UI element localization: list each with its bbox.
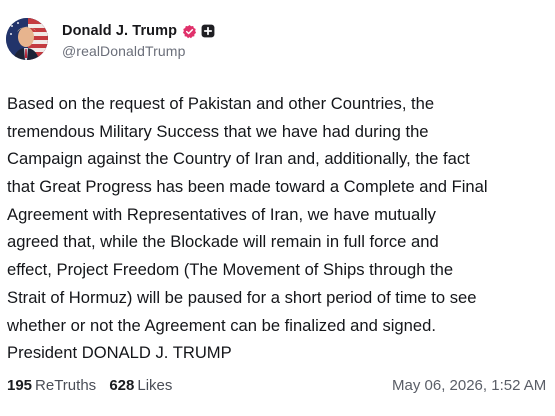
post-text-line: Strait of Hormuz) will be paused for a s… [7, 287, 477, 307]
truth-post: Donald J. Trump @realDonaldTrump Based o… [0, 0, 555, 416]
likes-label: Likes [137, 377, 173, 394]
retruths-count: 195 [7, 377, 33, 394]
post-text-line: Based on the request of Pakistan and oth… [7, 94, 435, 113]
post-text-line: that Great Progress has been made toward… [7, 177, 488, 197]
post-text: Based on the request of Pakistan and oth… [7, 90, 555, 367]
post-footer: 195 ReTruths 628 Likes May 06, 2026, 1:52 … [7, 377, 555, 399]
name-row: Donald J. Trump [62, 21, 215, 41]
author-handle[interactable]: @realDonaldTrump [62, 43, 215, 59]
retruths-stat[interactable]: 195 ReTruths [7, 377, 96, 394]
retruths-label: ReTruths [35, 377, 97, 394]
plus-badge-icon [201, 24, 215, 38]
verified-badge-icon [182, 24, 197, 39]
avatar-image [6, 18, 48, 60]
post-text-line: Agreement with Representatives of Iran, … [7, 204, 436, 224]
likes-count: 628 [109, 377, 135, 394]
post-text-line: President DONALD J. TRUMP [7, 343, 232, 363]
post-text-line: agreed that, while the Blockade will rem… [7, 232, 439, 252]
author-display-name[interactable]: Donald J. Trump [62, 23, 177, 39]
avatar[interactable] [6, 18, 48, 60]
post-header: Donald J. Trump @realDonaldTrump [6, 18, 215, 62]
author-info: Donald J. Trump @realDonaldTrump [62, 21, 215, 59]
likes-stat[interactable]: 628 Likes [109, 377, 172, 394]
post-text-line: effect, Project Freedom (The Movement of… [7, 260, 454, 280]
post-timestamp[interactable]: May 06, 2026, 1:52 AM [392, 377, 546, 394]
post-text-line: Campaign against the Country of Iran and… [7, 149, 470, 169]
post-text-line: tremendous Military Success that we have… [7, 121, 429, 141]
post-text-line: whether or not the Agreement can be fina… [7, 315, 436, 335]
